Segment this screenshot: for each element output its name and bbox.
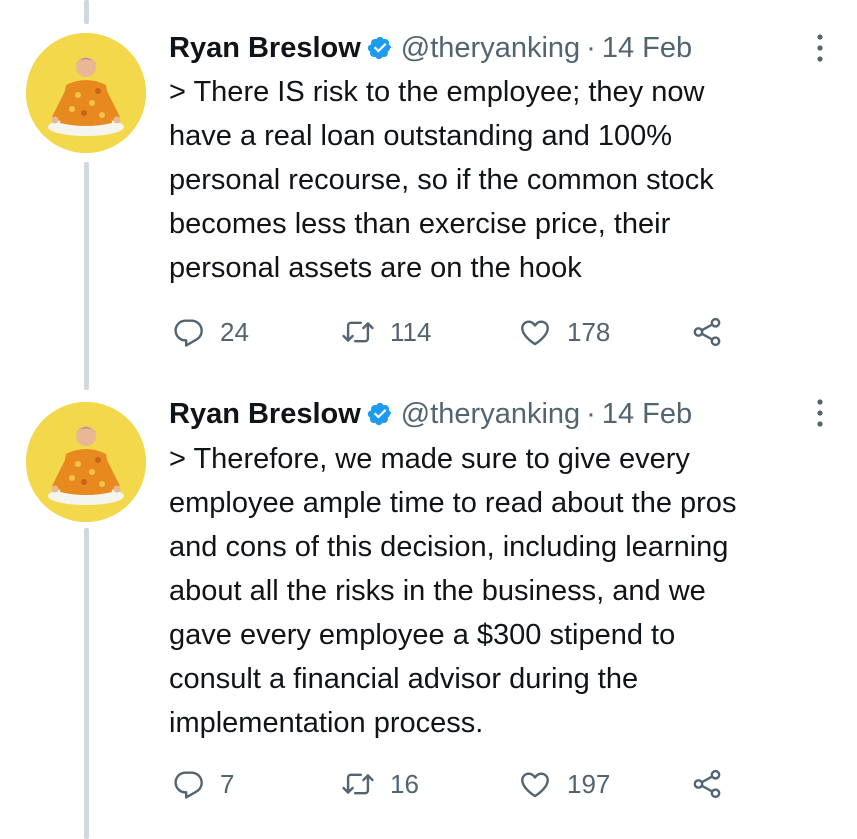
- avatar[interactable]: [26, 402, 146, 522]
- tweet-date[interactable]: 14 Feb: [602, 398, 692, 431]
- author-name[interactable]: Ryan Breslow: [169, 32, 361, 65]
- retweet-button[interactable]: 114: [340, 312, 431, 352]
- more-vertical-icon[interactable]: [805, 393, 835, 433]
- like-button[interactable]: 197: [517, 764, 610, 804]
- share-icon: [690, 767, 724, 801]
- verified-badge-icon: [367, 401, 393, 427]
- avatar[interactable]: [26, 33, 146, 153]
- tweet-header: Ryan Breslow @theryanking · 14 Feb: [169, 396, 692, 432]
- author-name[interactable]: Ryan Breslow: [169, 398, 361, 431]
- tweet[interactable]: Ryan Breslow @theryanking · 14 Feb > The…: [0, 0, 857, 375]
- like-count: 197: [567, 768, 611, 799]
- reply-icon: [172, 767, 206, 801]
- author-handle[interactable]: @theryanking: [401, 398, 580, 431]
- retweet-icon: [340, 315, 376, 349]
- retweet-icon: [340, 767, 376, 801]
- share-button[interactable]: [690, 312, 724, 352]
- heart-icon: [517, 315, 553, 349]
- share-icon: [690, 315, 724, 349]
- reply-button[interactable]: 7: [172, 764, 234, 804]
- reply-count: 7: [220, 768, 235, 799]
- like-count: 178: [567, 316, 611, 347]
- tweet-actions: 7 16 197: [172, 764, 732, 804]
- retweet-count: 16: [390, 768, 419, 799]
- tweet-text: > Therefore, we made sure to give every …: [169, 443, 737, 739]
- reply-count: 24: [220, 316, 249, 347]
- verified-badge-icon: [367, 35, 393, 61]
- tweet-actions: 24 114 178: [172, 312, 732, 352]
- more-vertical-icon[interactable]: [805, 28, 835, 68]
- heart-icon: [517, 767, 553, 801]
- reply-icon: [172, 315, 206, 349]
- like-button[interactable]: 178: [517, 312, 610, 352]
- tweet-date[interactable]: 14 Feb: [602, 32, 692, 65]
- tweet-text: > There IS risk to the employee; they no…: [169, 76, 714, 284]
- tweet[interactable]: Ryan Breslow @theryanking · 14 Feb > The…: [0, 375, 857, 839]
- author-handle[interactable]: @theryanking: [401, 32, 580, 65]
- reply-button[interactable]: 24: [172, 312, 249, 352]
- retweet-count: 114: [390, 316, 432, 347]
- share-button[interactable]: [690, 764, 724, 804]
- tweet-header: Ryan Breslow @theryanking · 14 Feb: [169, 30, 692, 66]
- separator-dot: ·: [586, 397, 596, 430]
- retweet-button[interactable]: 16: [340, 764, 419, 804]
- separator-dot: ·: [586, 31, 596, 64]
